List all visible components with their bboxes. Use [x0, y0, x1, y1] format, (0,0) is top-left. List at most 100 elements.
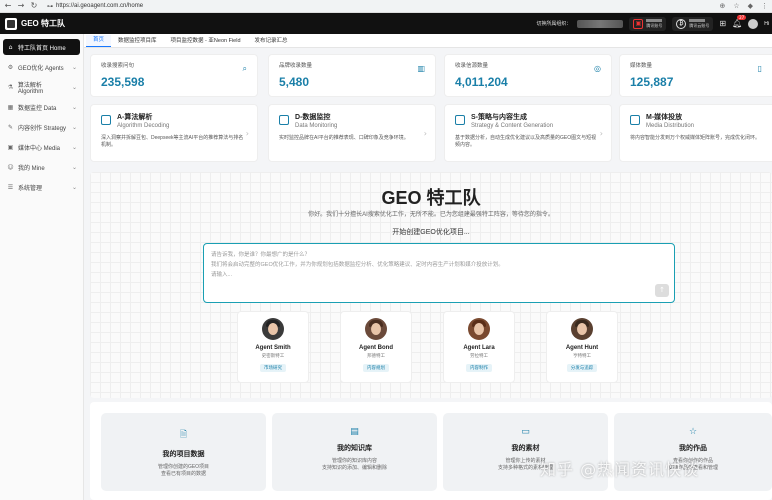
agent-card-lara[interactable]: Agent Lara 劳拉特工 内容制作	[443, 311, 515, 383]
feature-card-data[interactable]: D-数据监控 Data Monitoring 实时监控品牌在AI平台的推荐表现、…	[268, 104, 436, 162]
feature-desc: 深入洞察并拆解豆包、Deepseek等主流AI平台的推荐算法与排名机制。	[101, 135, 244, 148]
sidebar-item-data[interactable]: ▦ 数据监控 Data ⌄	[3, 99, 80, 115]
tab-bar: 首页 数据监控项目库 项目监控数据 - 亚Neon Field 发布记录汇总	[84, 34, 772, 48]
agent-tag: 内容规划	[363, 364, 389, 372]
stat-label: 收录搜索问句	[101, 63, 135, 69]
account-switch-2[interactable]: ₿ 腾讯云账号	[672, 16, 714, 31]
apps-grid-icon[interactable]: ⊞	[719, 19, 726, 28]
back-icon[interactable]: ←	[4, 2, 12, 10]
org-switch-select[interactable]	[577, 19, 624, 28]
chevron-right-icon: ›	[599, 129, 603, 138]
tab-home[interactable]: 首页	[86, 35, 112, 47]
book-icon: ▤	[350, 427, 359, 437]
feature-subtitle: Data Monitoring	[295, 123, 338, 129]
chevron-down-icon: ⌄	[71, 183, 77, 191]
sidebar-item-label: 系统管理	[18, 185, 43, 192]
agent-card-bond[interactable]: Agent Bond 邦德特工 内容规划	[340, 311, 412, 383]
sidebar-item-system[interactable]: ☰ 系统管理 ⌄	[3, 179, 80, 195]
feature-title: M-媒体投放	[646, 114, 683, 121]
account-2-label: 腾讯云账号	[689, 22, 710, 28]
hero-start-text: 开始创建GEO优化项目...	[392, 229, 470, 236]
agent-card-hunt[interactable]: Agent Hunt 亨特特工 分发与追踪	[546, 311, 618, 383]
user-greeting: Hi	[764, 20, 769, 27]
search-doc-icon: ⌕	[242, 64, 247, 73]
reload-icon[interactable]: ↻	[30, 2, 38, 10]
account-switch-1[interactable]: ▣ 腾讯账号	[629, 16, 667, 31]
card-knowledge-base[interactable]: ▤ 我的知识库 管理你的知识库内容 支持知识的添加、编辑和删除	[272, 413, 437, 491]
chevron-right-icon: ›	[423, 129, 427, 138]
card-desc: 管理你创建的GEO项目 查看已有项目的数据	[101, 464, 266, 478]
feature-title: A-算法解析	[117, 114, 153, 121]
home-icon: ⌂	[8, 43, 13, 51]
sidebar-item-mine[interactable]: ☺ 我的 Mine ⌄	[3, 159, 80, 175]
org-switch-label: 切换所属组织：	[536, 21, 572, 27]
feature-card-algorithm[interactable]: A-算法解析 Algorithm Decoding 深入洞察并拆解豆包、Deep…	[90, 104, 258, 162]
stat-card-media: 媒体数量 125,887 ▯	[619, 54, 772, 97]
sidebar-item-agents[interactable]: ⚙ GEO优化 Agents ⌄	[3, 59, 80, 75]
brand[interactable]: GEO 特工队	[0, 17, 65, 30]
agent-role: 史密斯特工	[261, 353, 285, 358]
media-icon: ▯	[757, 64, 762, 73]
agent-role: 劳拉特工	[470, 353, 488, 358]
watermark: 知乎 @热闻资讯快谈	[540, 460, 700, 479]
address-bar[interactable]: ⊶ https://ai.geoagent.com.cn/home	[47, 3, 143, 10]
feature-desc: 实时监控品牌在AI平台的推荐表现、口碑印象及竞争环境。	[279, 135, 409, 141]
stat-card-brands: 品牌收录数量 5,480 ▥	[268, 54, 436, 97]
avatar	[468, 318, 490, 340]
star-icon: ☆	[688, 427, 698, 437]
tab-project-data[interactable]: 项目监控数据 - 亚Neon Field	[164, 35, 248, 47]
stat-value: 125,887	[630, 75, 674, 89]
card-title: 我的素材	[511, 445, 540, 452]
agents-icon: ⚙	[7, 63, 14, 71]
card-my-projects[interactable]: 🗎︎ 我的项目数据 管理你创建的GEO项目 查看已有项目的数据	[101, 413, 266, 491]
feature-card-strategy[interactable]: S-策略与内容生成 Strategy & Content Generation …	[444, 104, 612, 162]
sidebar-item-strategy[interactable]: ✎ 内容创作 Strategy ⌄	[3, 119, 80, 135]
settings-icon: ☰	[7, 183, 14, 191]
site-info-icon[interactable]: ⊶	[47, 3, 53, 10]
card-desc-line: 支持知识的添加、编辑和删除	[321, 465, 387, 471]
feature-card-media[interactable]: M-媒体投放 Media Distribution 将内容智能分发到万个权威媒体…	[619, 104, 772, 162]
chevron-down-icon: ⌄	[71, 163, 77, 171]
prompt-input[interactable]: 请告诉我，你是谁？你最想广的是什么？ 我们将会启动完整的GEO优化工作，并为你规…	[203, 243, 675, 303]
user-icon: ☺	[7, 163, 14, 171]
agent-name: Agent Smith	[255, 345, 291, 351]
zoom-icon[interactable]: ⊕	[719, 2, 725, 10]
agent-tag: 内容制作	[466, 364, 492, 372]
card-title: 我的知识库	[337, 445, 372, 452]
sidebar-item-home[interactable]: ⌂ 特工队首页 Home	[3, 39, 80, 55]
card-desc: 管理你的知识库内容 支持知识的添加、编辑和删除	[272, 458, 437, 472]
avatar	[571, 318, 593, 340]
feature-subtitle: Media Distribution	[646, 123, 695, 129]
user-avatar[interactable]	[748, 18, 759, 29]
feature-title: D-数据监控	[295, 114, 331, 121]
stat-card-sources: 收录信源数量 4,011,204 ◎	[444, 54, 612, 97]
notification-bell-icon[interactable]: 🔔︎ 27	[732, 15, 747, 28]
feature-subtitle: Algorithm Decoding	[117, 123, 170, 129]
extension-icon[interactable]: ◆	[748, 2, 753, 10]
send-button[interactable]: ↑	[655, 284, 669, 297]
menu-icon[interactable]: ⋮	[761, 2, 768, 10]
signal-icon: ◎	[594, 64, 601, 73]
doc-check-icon: 🗎︎	[179, 430, 188, 440]
stat-card-queries: 收录搜索问句 235,598 ⌕	[90, 54, 258, 97]
tab-publish-records[interactable]: 发布记录汇总	[248, 35, 295, 47]
forward-icon[interactable]: →	[17, 2, 25, 10]
chevron-down-icon: ⌄	[71, 123, 77, 131]
stat-label: 媒体数量	[630, 63, 653, 69]
sidebar-item-algorithm[interactable]: ⚗ 算法解析 Algorithm ⌄	[3, 79, 80, 95]
browser-toolbar: ← → ↻ ⊶ https://ai.geoagent.com.cn/home …	[0, 0, 772, 13]
stat-value: 5,480	[279, 75, 310, 89]
agent-card-smith[interactable]: Agent Smith 史密斯特工 市场研究	[237, 311, 309, 383]
hero-subtitle: 你好。我们十分擅长AI搜索优化工作，无所不能。已为您组建最强特工阵容，等待您的指…	[308, 212, 554, 218]
sidebar: ⌂ 特工队首页 Home ⚙ GEO优化 Agents ⌄ ⚗ 算法解析 Alg…	[0, 34, 84, 500]
tab-monitor-library[interactable]: 数据监控项目库	[111, 35, 164, 47]
bookmark-star-icon[interactable]: ☆	[733, 2, 739, 10]
agent-name: Agent Lara	[463, 345, 495, 351]
chevron-down-icon: ⌄	[71, 103, 77, 111]
folder-icon: ▭	[521, 427, 530, 437]
prompt-placeholder-line: 请输入...	[211, 272, 233, 278]
sidebar-item-label: 算法解析 Algorithm	[17, 82, 44, 95]
sidebar-item-media[interactable]: ▣ 媒体中心 Media ⌄	[3, 139, 80, 155]
agent-name: Agent Hunt	[565, 345, 599, 351]
card-title: 我的作品	[679, 445, 707, 452]
